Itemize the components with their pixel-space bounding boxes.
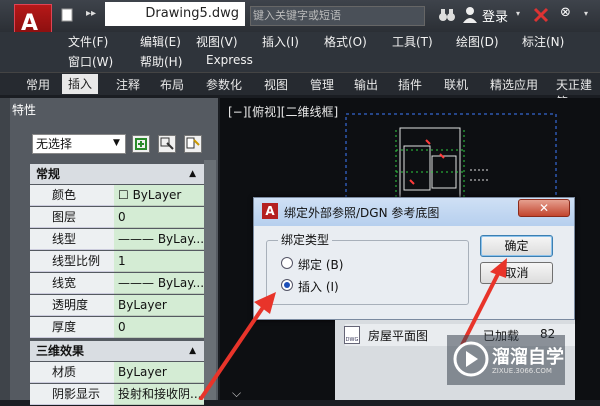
property-name: 颜色 bbox=[30, 185, 114, 206]
property-row[interactable]: 阴影显示 投射和接收阴... bbox=[30, 384, 204, 406]
help-icon[interactable]: ⊗ bbox=[560, 5, 571, 20]
xref-name: 房屋平面图 bbox=[368, 329, 429, 343]
property-row[interactable]: 线型比例 1 bbox=[30, 251, 204, 273]
menu-view[interactable]: 视图(V) bbox=[196, 33, 238, 50]
watermark-url: ZIXUE.3066.COM bbox=[492, 367, 552, 375]
property-value[interactable]: ByLayer bbox=[114, 295, 204, 316]
menu-format[interactable]: 格式(O) bbox=[324, 33, 367, 50]
tab-manage[interactable]: 管理 bbox=[310, 76, 334, 93]
property-name: 线宽 bbox=[30, 273, 114, 294]
chevron-up-icon[interactable]: ▲ bbox=[189, 341, 196, 361]
close-button[interactable]: ✕ bbox=[518, 199, 570, 217]
tab-annotate[interactable]: 注释 bbox=[116, 76, 140, 93]
palette-grip[interactable] bbox=[0, 98, 10, 400]
dialog-title: 绑定外部参照/DGN 参考底图 bbox=[284, 206, 440, 220]
group-general-label: 常规 bbox=[36, 167, 61, 181]
group-general-header[interactable]: 常规 ▲ bbox=[30, 164, 204, 184]
menu-dimension[interactable]: 标注(N) bbox=[522, 33, 564, 50]
quick-select-icon[interactable] bbox=[184, 135, 202, 153]
property-value[interactable]: 1 bbox=[114, 251, 204, 272]
menu-help[interactable]: 帮助(H) bbox=[140, 53, 182, 70]
property-name: 厚度 bbox=[30, 317, 114, 338]
property-name: 线型比例 bbox=[30, 251, 114, 272]
bind-type-group bbox=[266, 240, 469, 305]
cancel-button[interactable]: 取消 bbox=[480, 262, 553, 284]
property-value[interactable]: ——— ByLay... bbox=[114, 273, 204, 294]
property-value[interactable]: 0 bbox=[114, 317, 204, 338]
menu-window[interactable]: 窗口(W) bbox=[68, 53, 113, 70]
floor-plan-drawing[interactable] bbox=[340, 110, 570, 206]
property-row[interactable]: 材质 ByLayer bbox=[30, 362, 204, 384]
radio-bind[interactable] bbox=[281, 257, 293, 269]
selection-dropdown[interactable]: 无选择 bbox=[32, 134, 126, 154]
property-value[interactable]: ——— ByLay... bbox=[114, 229, 204, 250]
tab-featured-apps[interactable]: 精选应用 bbox=[490, 76, 538, 93]
login-link[interactable]: 登录 bbox=[482, 6, 508, 25]
chevron-down-icon[interactable]: ▼ bbox=[113, 138, 120, 148]
tab-home[interactable]: 常用 bbox=[26, 76, 50, 93]
new-file-icon[interactable] bbox=[60, 8, 74, 22]
chevron-down-icon[interactable]: ▾ bbox=[584, 9, 588, 18]
palette-scrollbar[interactable] bbox=[204, 160, 216, 400]
menu-tools[interactable]: 工具(T) bbox=[392, 33, 433, 50]
property-name: 图层 bbox=[30, 207, 114, 228]
user-icon[interactable] bbox=[462, 6, 478, 24]
palette-title: 特性 bbox=[12, 103, 37, 117]
bind-type-label: 绑定类型 bbox=[278, 231, 333, 248]
tab-layout[interactable]: 布局 bbox=[160, 76, 184, 93]
group-3d-effects-label: 三维效果 bbox=[36, 344, 85, 358]
property-row[interactable]: 透明度 ByLayer bbox=[30, 295, 204, 317]
property-row[interactable]: 厚度 0 bbox=[30, 317, 204, 339]
chevron-down-icon[interactable]: ⌵ bbox=[232, 386, 241, 401]
toggle-pickadd-icon[interactable] bbox=[132, 135, 150, 153]
tab-plugins[interactable]: 插件 bbox=[398, 76, 422, 93]
property-name: 线型 bbox=[30, 229, 114, 250]
binoculars-icon[interactable] bbox=[438, 7, 456, 23]
chevron-down-icon[interactable]: ▾ bbox=[516, 9, 520, 18]
menu-edit[interactable]: 编辑(E) bbox=[140, 33, 181, 50]
quick-access-more-icon[interactable]: ▸▸ bbox=[86, 8, 96, 19]
menu-draw[interactable]: 绘图(D) bbox=[456, 33, 499, 50]
exchange-icon[interactable] bbox=[532, 6, 550, 24]
tab-parametric[interactable]: 参数化 bbox=[206, 76, 242, 93]
select-objects-icon[interactable] bbox=[158, 135, 176, 153]
watermark-name: 溜溜自学 bbox=[492, 347, 564, 368]
menu-bar: 文件(F) 编辑(E) 视图(V) 插入(I) 格式(O) 工具(T) 绘图(D… bbox=[0, 32, 600, 72]
property-row[interactable]: 图层 0 bbox=[30, 207, 204, 229]
watermark-logo-icon bbox=[453, 341, 489, 377]
tab-online[interactable]: 联机 bbox=[444, 76, 468, 93]
property-value[interactable]: 投射和接收阴... bbox=[114, 384, 204, 405]
viewport-label[interactable]: [−][俯视][二维线框] bbox=[228, 103, 338, 120]
property-value[interactable]: 0 bbox=[114, 207, 204, 228]
search-input[interactable]: 键入关键字或短语 bbox=[250, 6, 425, 26]
menu-insert[interactable]: 插入(I) bbox=[262, 33, 299, 50]
property-row[interactable]: 线型 ——— ByLay... bbox=[30, 229, 204, 251]
group-3d-effects-header[interactable]: 三维效果 ▲ bbox=[30, 341, 204, 361]
ribbon-tabs: 常用 插入 注释 布局 参数化 视图 管理 输出 插件 联机 精选应用 天正建筑 bbox=[0, 72, 600, 109]
chevron-up-icon[interactable]: ▲ bbox=[189, 164, 196, 184]
dwg-file-icon: DWG bbox=[344, 326, 360, 344]
radio-insert[interactable] bbox=[281, 279, 293, 291]
tab-output[interactable]: 输出 bbox=[354, 76, 378, 93]
property-row[interactable]: 颜色 ☐ ByLayer bbox=[30, 185, 204, 207]
radio-insert-label[interactable]: 插入 (I) bbox=[298, 278, 339, 295]
autocad-logo-icon: A bbox=[262, 203, 278, 219]
property-name: 透明度 bbox=[30, 295, 114, 316]
radio-bind-label[interactable]: 绑定 (B) bbox=[298, 256, 343, 273]
property-value[interactable]: ☐ ByLayer bbox=[114, 185, 204, 206]
property-name: 材质 bbox=[30, 362, 114, 383]
ok-button[interactable]: 确定 bbox=[480, 235, 553, 257]
tab-view[interactable]: 视图 bbox=[264, 76, 288, 93]
document-title: Drawing5.dwg bbox=[105, 2, 245, 26]
property-row[interactable]: 线宽 ——— ByLay... bbox=[30, 273, 204, 295]
property-name: 阴影显示 bbox=[30, 384, 114, 405]
property-value[interactable]: ByLayer bbox=[114, 362, 204, 383]
menu-file[interactable]: 文件(F) bbox=[68, 33, 108, 50]
tab-insert[interactable]: 插入 bbox=[62, 74, 99, 94]
menu-express[interactable]: Express bbox=[206, 53, 253, 67]
